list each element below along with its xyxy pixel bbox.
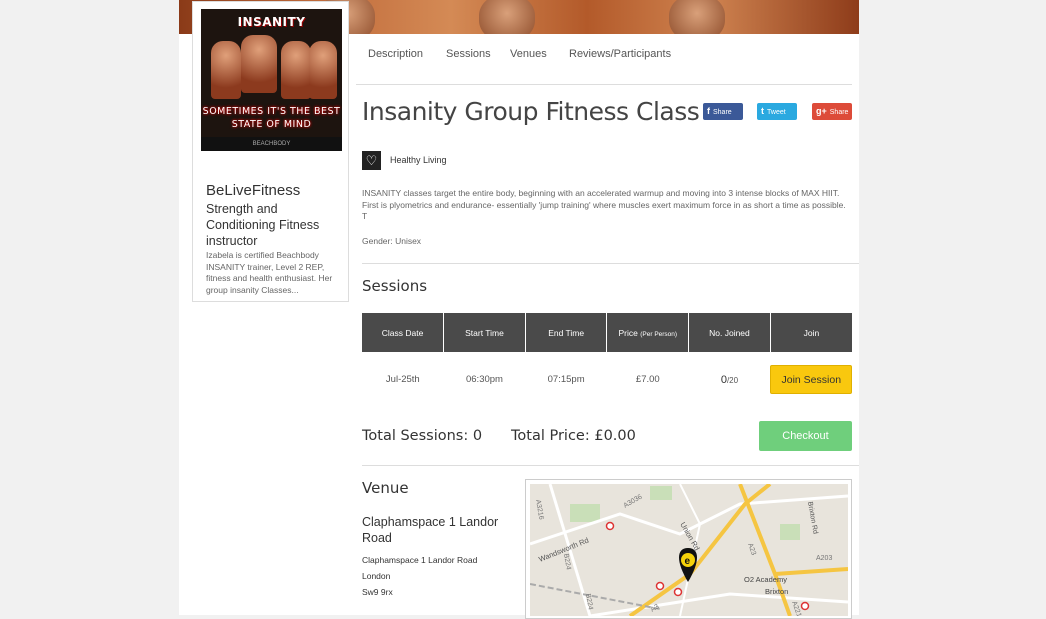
column-header-class-date: Class Date bbox=[362, 313, 445, 352]
table-row: Jul-25th 06:30pm 07:15pm £7.00 0/20 Join… bbox=[362, 352, 853, 407]
column-header-no-joined: No. Joined bbox=[688, 313, 771, 352]
map-label: Brixton bbox=[765, 587, 788, 596]
banner-photo-face bbox=[669, 0, 725, 34]
svg-text:e: e bbox=[685, 556, 691, 567]
price-header-label: Price bbox=[618, 327, 638, 338]
event-description: INSANITY classes target the entire body,… bbox=[362, 188, 846, 221]
google-plus-icon: g+ bbox=[816, 106, 827, 116]
tab-description[interactable]: Description bbox=[368, 48, 423, 60]
column-header-start-time: Start Time bbox=[443, 313, 526, 352]
sessions-header-row: Class Date Start Time End Time Price (Pe… bbox=[362, 313, 852, 352]
venue-map[interactable]: A3216 A3036 Wandsworth Rd Union Rd B224 … bbox=[525, 479, 852, 619]
session-end-time: 07:15pm bbox=[547, 374, 585, 385]
map-canvas[interactable]: A3216 A3036 Wandsworth Rd Union Rd B224 … bbox=[530, 484, 848, 616]
venue-address-line: Claphamspace 1 Landor Road bbox=[362, 555, 478, 565]
tab-venues[interactable]: Venues bbox=[510, 48, 547, 60]
tab-sessions[interactable]: Sessions bbox=[446, 48, 491, 60]
sessions-heading: Sessions bbox=[362, 277, 428, 295]
twitter-icon: t bbox=[761, 106, 764, 116]
tube-station-icon bbox=[655, 581, 665, 591]
session-joined-count: 0/20 bbox=[689, 352, 771, 407]
joined-capacity: /20 bbox=[726, 375, 739, 385]
tube-station-icon bbox=[800, 601, 810, 611]
total-price: Total Price: £0.00 bbox=[511, 428, 636, 444]
instructor-bio: Izabela is certified Beachbody INSANITY … bbox=[206, 250, 333, 295]
event-gender: Gender: Unisex bbox=[362, 236, 422, 246]
cover-figure bbox=[211, 41, 241, 99]
cover-figure bbox=[281, 41, 311, 99]
session-join-cell: Join Session bbox=[770, 352, 853, 407]
venue-postcode: Sw9 9rx bbox=[362, 587, 393, 597]
cover-footer: BEACHBODY bbox=[201, 137, 342, 151]
twitter-tweet-button[interactable]: t Tweet bbox=[757, 103, 797, 120]
tab-reviews-participants[interactable]: Reviews/Participants bbox=[569, 48, 671, 60]
session-date: Jul-25th bbox=[385, 374, 420, 385]
map-park bbox=[650, 486, 672, 500]
facebook-share-button[interactable]: f Share bbox=[703, 103, 743, 120]
checkout-button[interactable]: Checkout bbox=[759, 421, 852, 451]
total-sessions: Total Sessions: 0 bbox=[362, 428, 483, 444]
event-tabs: Description Sessions Venues Reviews/Part… bbox=[356, 48, 852, 85]
divider bbox=[362, 263, 859, 264]
venue-name: Claphamspace 1 Landor Road bbox=[362, 515, 499, 545]
twitter-tweet-label: Tweet bbox=[767, 109, 786, 116]
column-header-end-time: End Time bbox=[525, 313, 608, 352]
cover-tagline: SOMETIMES IT'S THE BEST bbox=[202, 106, 341, 117]
venue-city: London bbox=[362, 571, 391, 581]
instructor-name[interactable]: BeLiveFitness bbox=[206, 182, 300, 199]
map-park bbox=[570, 504, 600, 522]
map-park bbox=[780, 524, 800, 540]
banner-photo-face bbox=[479, 0, 535, 34]
instructor-cover-image: INSANITY SOMETIMES IT'S THE BEST STATE O… bbox=[201, 9, 342, 151]
facebook-icon: f bbox=[707, 106, 710, 116]
google-plus-share-label: Share bbox=[829, 109, 849, 116]
google-plus-share-button[interactable]: g+ Share bbox=[812, 103, 852, 120]
cover-brand: INSANITY bbox=[237, 15, 306, 29]
join-session-button[interactable]: Join Session bbox=[770, 365, 853, 394]
cover-tagline: STATE OF MIND bbox=[231, 119, 312, 130]
session-start-time: 06:30pm bbox=[465, 374, 503, 385]
session-price: £7.00 bbox=[635, 374, 660, 385]
column-header-price: Price (Per Person) bbox=[606, 313, 690, 352]
tube-station-icon bbox=[605, 521, 615, 531]
venue-heading: Venue bbox=[362, 479, 409, 497]
category-label[interactable]: Healthy Living bbox=[390, 155, 447, 165]
instructor-title: Strength and Conditioning Fitness instru… bbox=[206, 202, 320, 248]
heart-icon: ♡ bbox=[362, 151, 381, 170]
instructor-card[interactable]: INSANITY SOMETIMES IT'S THE BEST STATE O… bbox=[192, 1, 349, 302]
price-header-note: (Per Person) bbox=[640, 330, 678, 338]
tube-station-icon bbox=[673, 587, 683, 597]
cover-figure bbox=[309, 41, 337, 99]
event-title: Insanity Group Fitness Class bbox=[362, 97, 700, 126]
facebook-share-label: Share bbox=[713, 109, 732, 116]
map-label: A203 bbox=[816, 555, 832, 562]
column-header-join: Join bbox=[770, 313, 852, 352]
map-label: O2 Academy bbox=[744, 575, 787, 584]
sessions-table: Class Date Start Time End Time Price (Pe… bbox=[362, 313, 853, 407]
cover-figure bbox=[241, 35, 277, 93]
divider bbox=[362, 465, 859, 466]
